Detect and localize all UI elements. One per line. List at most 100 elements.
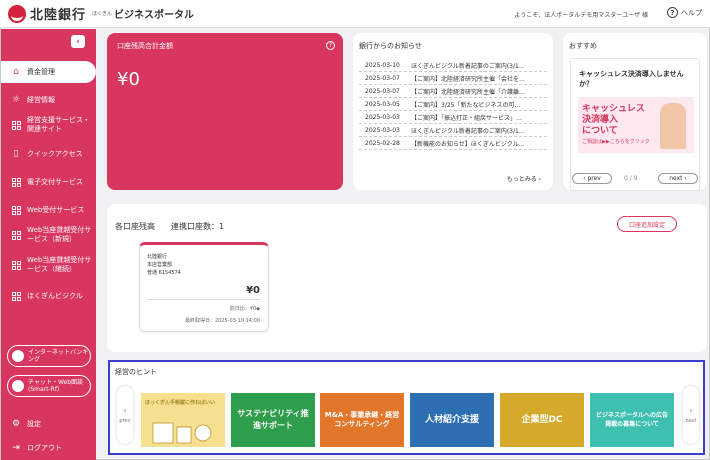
sidebar-item-label: Web当座貸越受付サービス（継続） <box>27 256 92 273</box>
news-date: 2025-03-10 <box>365 61 400 69</box>
account-updated: 最終取得日：2025-03-10 14:00 <box>184 318 260 324</box>
news-date: 2025-03-07 <box>365 87 400 95</box>
sidebar-item-label: 設定 <box>27 419 41 428</box>
news-item[interactable]: 2025-03-03 【ご案内】「振込打正・組戻サービス」… <box>359 111 547 124</box>
sidebar: ‹ ⌂ 資金管理 ☼ 経営情報 経営支援サービス・関連サイト ▯ クイックアクセ… <box>1 29 96 460</box>
news-title: 銀行からのお知らせ <box>359 42 422 50</box>
sidebar-item-settings[interactable]: ⚙ 設定 <box>1 415 96 433</box>
sidebar-item-label: クイックアクセス <box>27 149 83 158</box>
news-item[interactable]: 2025-03-03 ほくぎんビジクル新着記事のご案内(3/1… <box>359 124 547 137</box>
chat-icon <box>12 380 24 392</box>
collapse-button[interactable]: ‹ <box>71 35 85 48</box>
recommend-slide[interactable]: キャッシュレス決済導入しませんか？ キャッシュレス 決済導入 について ご相談は… <box>570 58 700 191</box>
hint-tile-sustainability[interactable]: サステナビリティ推進サポート <box>231 393 315 447</box>
news-card: 銀行からのお知らせ 2025-03-10 ほくぎんビジクル新着記事のご案内(3/1… <box>353 33 553 190</box>
news-date: 2025-03-05 <box>365 100 400 108</box>
hint-tile-label: ビジネスポータルへの広告掲載の募集について <box>595 412 668 428</box>
add-account-button[interactable]: 口座追加設定 <box>617 216 677 232</box>
accounts-title: 各口座残高 <box>115 222 155 231</box>
recommend-banner[interactable]: キャッシュレス 決済導入 について ご相談は▶▶こちらをクリック <box>578 97 694 153</box>
hint-tile-label: 人材紹介支援 <box>424 415 479 425</box>
gear-icon: ⚙ <box>11 418 21 429</box>
hints-next-label: next <box>685 418 697 424</box>
grid-icon <box>11 177 21 187</box>
hints-prev-button[interactable]: ‹ prev <box>117 386 133 444</box>
hints-title: 経営のヒント <box>115 368 157 376</box>
accounts-card: 各口座残高 連携口座数：1 口座追加設定 北陸銀行 本店営業部 普通 61545… <box>107 204 707 352</box>
sidebar-item-label: 電子交付サービス <box>27 177 83 186</box>
sidebar-item-bizicle[interactable]: ほくぎんビジクル <box>1 287 96 305</box>
sidebar-item-management-info[interactable]: ☼ 経営情報 <box>1 91 96 109</box>
balance-title: 口座残高合計金額 <box>117 42 173 50</box>
news-item[interactable]: 2025-03-10 ほくぎんビジクル新着記事のご案内(3/1… <box>359 59 547 72</box>
recommend-card: おすすめ キャッシュレス決済導入しませんか？ キャッシュレス 決済導入 について… <box>563 33 707 191</box>
hint-tile-label: 企業型DC <box>521 415 563 425</box>
header: 北陸銀行 ほくぎん ビジネスポータル ようこそ、法人ポータルデモ用マスターユーザ… <box>0 0 710 28</box>
news-item[interactable]: 2025-03-07 【ご案内】北陸経済研究所主催「介護離… <box>359 85 547 98</box>
account-bank: 北陸銀行 <box>147 254 168 260</box>
account-item[interactable]: 北陸銀行 本店営業部 普通 6154574 ¥0 前日比：¥0◆ 最終取得日：2… <box>139 242 269 332</box>
recommend-title: おすすめ <box>569 42 597 50</box>
sidebar-item-quick-access[interactable]: ▯ クイックアクセス <box>1 145 96 163</box>
news-date: 2025-03-03 <box>365 126 400 134</box>
sidebar-item-label: ほくぎんビジクル <box>27 291 83 300</box>
news-text: 【ご案内】北陸経済研究所主催「会社を… <box>411 75 526 83</box>
news-date: 2025-03-07 <box>365 74 400 82</box>
hint-tile-ma-consulting[interactable]: M&A・事業承継・経営コンサルティング <box>320 393 404 447</box>
account-branch: 本店営業部 <box>147 262 173 268</box>
hints-next-button[interactable]: › next <box>683 386 699 444</box>
banner-sub-text: ご相談は▶▶こちらをクリック <box>582 139 650 145</box>
hint-tile-recruitment[interactable]: 人材紹介支援 <box>410 393 494 447</box>
news-more-link[interactable]: もっとみる › <box>507 174 541 183</box>
bulb-icon: ☼ <box>11 94 21 105</box>
news-text: ほくぎんビジクル新着記事のご案内(3/1… <box>411 62 525 70</box>
grid-icon <box>11 260 21 270</box>
recommend-next-button[interactable]: next › <box>658 173 698 184</box>
hint-tile-notebook[interactable]: ほっくぎん手帳縦に作ねばいい <box>141 393 225 447</box>
sidebar-item-overdraft-renew[interactable]: Web当座貸越受付サービス（継続） <box>1 253 96 277</box>
hint-tile-dc[interactable]: 企業型DC <box>500 393 584 447</box>
phone-payment-icon <box>660 103 686 149</box>
sidebar-item-label: 経営情報 <box>27 95 55 104</box>
chevron-right-icon: › <box>689 406 693 415</box>
hint-tile-label: ほっくぎん手帳縦に作ねばいい <box>145 400 216 406</box>
chat-meeting-button[interactable]: チャット・Web面談(Smart-Rf) <box>7 375 91 397</box>
news-text: ほくぎんビジクル新着記事のご案内(3/1… <box>411 127 525 135</box>
hint-tile-ads[interactable]: ビジネスポータルへの広告掲載の募集について <box>590 393 674 447</box>
bank-name: 北陸銀行 <box>30 8 87 23</box>
balance-value: ¥0 <box>117 69 140 90</box>
hints-prev-label: prev <box>119 418 131 424</box>
divider <box>147 299 261 300</box>
management-hints-card: 経営のヒント ‹ prev ほっくぎん手帳縦に作ねばいい サステナビリティ推進サ… <box>108 360 705 455</box>
sidebar-item-funds[interactable]: ⌂ 資金管理 <box>1 61 96 83</box>
sidebar-item-logout[interactable]: ⇥ ログアウト <box>1 439 96 457</box>
help-label: ヘルプ <box>681 8 702 17</box>
news-item[interactable]: 2025-03-07 【ご案内】北陸経済研究所主催「会社を… <box>359 72 547 85</box>
illustration-icon <box>152 422 212 444</box>
news-date: 2025-03-03 <box>365 113 400 121</box>
sidebar-item-e-delivery[interactable]: 電子交付サービス <box>1 173 96 191</box>
sidebar-item-support-services[interactable]: 経営支援サービス・関連サイト <box>1 113 96 137</box>
sidebar-item-label: ログアウト <box>27 443 62 452</box>
question-icon[interactable]: ? <box>326 41 335 50</box>
internet-banking-button[interactable]: インターネットバンキング <box>7 345 91 367</box>
recommend-headline: キャッシュレス決済導入しませんか？ <box>579 70 684 88</box>
recommend-counter: 0 / 9 <box>624 175 638 182</box>
accounts-count: 連携口座数：1 <box>171 222 225 231</box>
help-link[interactable]: ? ヘルプ <box>667 7 702 18</box>
grid-icon <box>11 291 21 301</box>
bank-circle-icon <box>12 350 24 362</box>
account-balance: ¥0 <box>246 285 260 296</box>
news-item[interactable]: 2025-03-05 【ご案内】3/25「新たなビジネスの可… <box>359 98 547 111</box>
news-text: 【新機能のお知らせ】ほくぎんビジクル… <box>411 140 525 148</box>
logout-icon: ⇥ <box>12 442 20 453</box>
grid-icon <box>11 120 21 130</box>
question-icon: ? <box>667 7 678 18</box>
sidebar-item-web-reception[interactable]: Web受付サービス <box>1 201 96 219</box>
banner-main-text: キャッシュレス 決済導入 について <box>582 104 645 136</box>
hint-tile-label: サステナビリティ推進サポート <box>237 409 309 430</box>
account-number: 普通 6154574 <box>147 270 181 276</box>
sidebar-item-overdraft-new[interactable]: Web当座貸越受付サービス（新規） <box>1 223 96 247</box>
recommend-prev-button[interactable]: ‹ prev <box>572 173 612 184</box>
news-item[interactable]: 2025-02-28 【新機能のお知らせ】ほくぎんビジクル… <box>359 137 547 150</box>
